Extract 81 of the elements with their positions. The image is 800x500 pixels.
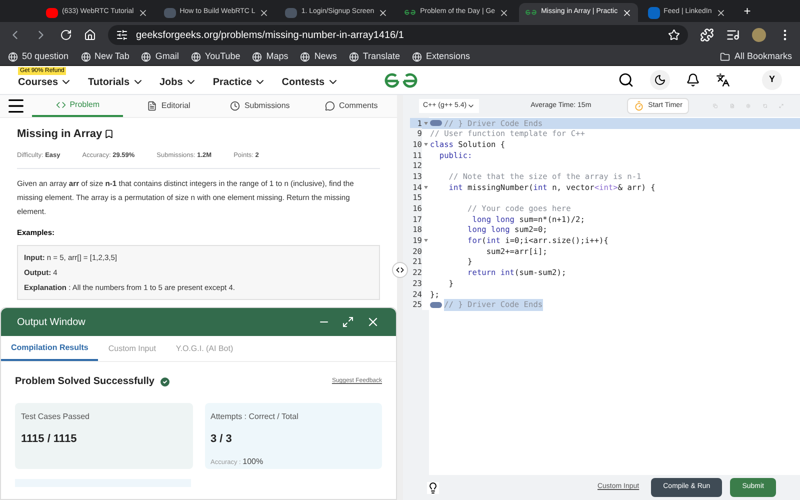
bookmark-link[interactable]: Gmail	[141, 50, 179, 64]
resize-handle[interactable]	[392, 262, 408, 278]
document-icon	[147, 101, 158, 111]
bookmark-link[interactable]: New Tab	[80, 50, 130, 64]
bookmark-link[interactable]: News	[300, 50, 337, 64]
star-icon[interactable]	[668, 29, 680, 41]
profile-icon[interactable]	[752, 28, 766, 42]
bookmark-link[interactable]: Translate	[348, 50, 400, 64]
fold-marker-icon[interactable]	[430, 120, 442, 126]
video-icon	[46, 8, 58, 18]
bookmark-icon[interactable]	[104, 129, 114, 140]
new-tab-button[interactable]: +	[736, 2, 759, 22]
address-field[interactable]: geeksforgeeks.org/problems/missing-number-in-array1416/1	[108, 25, 688, 45]
globe-icon	[348, 52, 359, 62]
nav-menu[interactable]: Contests	[282, 74, 339, 90]
close-icon[interactable]	[259, 8, 270, 18]
bookmark-link[interactable]: 50 question	[8, 50, 69, 64]
problem-tab[interactable]: Editorial	[123, 95, 214, 117]
output-tab[interactable]: Compilation Results	[1, 336, 98, 361]
close-icon[interactable]	[716, 8, 726, 18]
expand-icon[interactable]	[342, 316, 354, 328]
problem-tab[interactable]: Submissions	[214, 95, 306, 117]
avatar[interactable]: Y	[762, 70, 782, 90]
search-icon[interactable]	[618, 72, 634, 88]
all-bookmarks-link[interactable]: All Bookmarks	[720, 50, 792, 64]
fold-arrow-icon[interactable]	[424, 186, 428, 189]
globe-icon	[8, 52, 18, 62]
logo-icon	[383, 72, 419, 90]
nav-menu[interactable]: Tutorials	[88, 74, 144, 90]
close-icon[interactable]	[622, 8, 632, 18]
theme-button[interactable]	[650, 70, 670, 90]
media-icon[interactable]	[726, 28, 740, 42]
reload-icon[interactable]	[60, 29, 72, 41]
globe-icon	[252, 52, 262, 62]
page-icon	[164, 8, 176, 18]
globe-icon	[80, 52, 91, 62]
home-icon[interactable]	[84, 29, 96, 41]
card-label: Test Cases Passed	[21, 411, 90, 423]
clock-icon	[230, 101, 240, 111]
globe-icon	[300, 52, 310, 62]
card-value: 3 / 3	[210, 432, 233, 447]
logo-icon	[648, 6, 660, 18]
close-icon[interactable]	[138, 8, 148, 18]
bookmark-link[interactable]: Extensions	[412, 50, 470, 64]
globe-icon	[141, 52, 152, 62]
translate-icon[interactable]	[716, 73, 730, 87]
folder-icon	[720, 52, 730, 62]
fold-arrow-icon[interactable]	[424, 239, 428, 242]
page-icon	[285, 8, 298, 18]
card-label: Attempts : Correct / Total	[210, 411, 300, 423]
timer-icon	[634, 101, 644, 111]
speech-bubble-icon	[325, 101, 336, 111]
moon-icon	[654, 74, 666, 86]
problem-tab[interactable]: Comments	[306, 95, 397, 117]
card-value: 1115 / 1115	[21, 432, 78, 447]
bell-icon[interactable]	[686, 73, 700, 87]
close-icon[interactable]	[499, 8, 510, 18]
problem-title: Missing in Array	[17, 127, 102, 142]
bookmark-link[interactable]: YouTube	[190, 50, 240, 64]
extensions-icon[interactable]	[700, 28, 714, 42]
site-info-icon[interactable]	[116, 29, 128, 41]
lightbulb-icon[interactable]	[427, 482, 439, 494]
arrows-icon	[395, 265, 405, 275]
close-icon[interactable]	[378, 8, 388, 18]
nav-menu[interactable]: Courses	[18, 74, 72, 90]
window-title: Output Window	[17, 316, 86, 330]
globe-icon	[412, 52, 422, 62]
status-text: Problem Solved Successfully	[15, 375, 154, 389]
problem-tab[interactable]: Problem	[32, 95, 124, 117]
code-icon	[56, 100, 66, 110]
nav-menu[interactable]: Jobs	[160, 74, 197, 90]
bookmark-link[interactable]: Maps	[252, 50, 288, 64]
fold-arrow-icon[interactable]	[424, 143, 428, 146]
chevron-down-icon	[466, 102, 475, 110]
logo-icon	[525, 9, 538, 16]
globe-icon	[190, 52, 201, 62]
close-icon[interactable]	[366, 315, 380, 329]
logo-icon	[404, 9, 416, 16]
check-icon	[158, 376, 170, 388]
fold-marker-icon[interactable]	[430, 302, 442, 308]
nav-menu[interactable]: Practice	[212, 74, 266, 90]
